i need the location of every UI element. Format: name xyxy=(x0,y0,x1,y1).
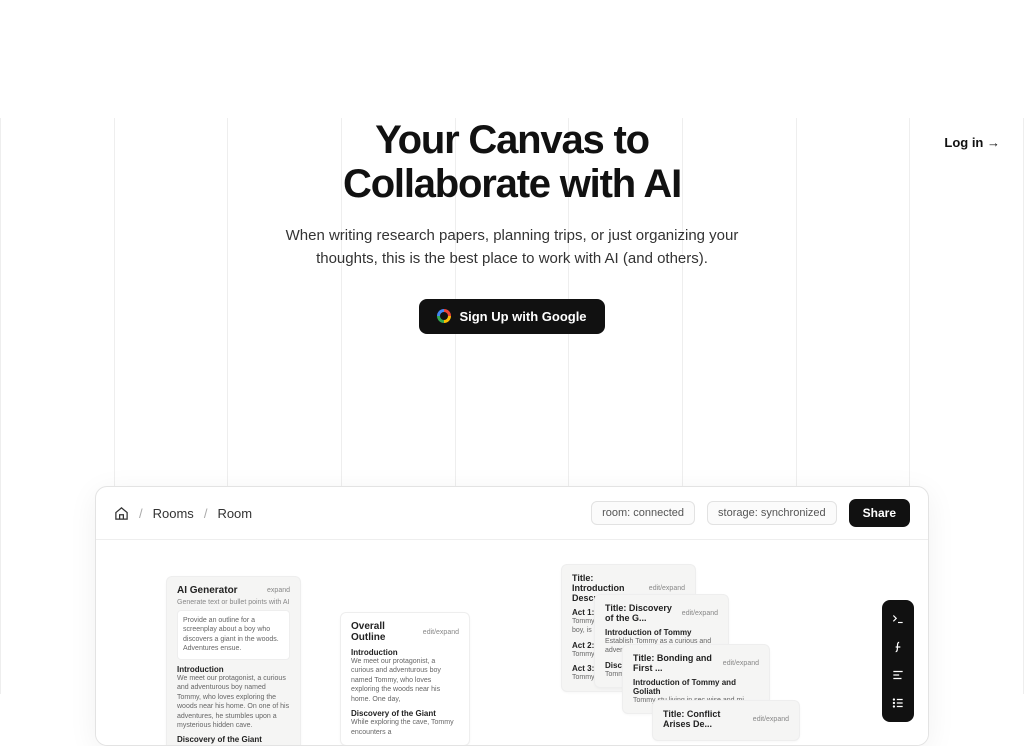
google-icon xyxy=(437,309,451,323)
hero-section: Your Canvas to Collaborate with AI When … xyxy=(0,118,1024,334)
card-heading: Introduction of Tommy and Goliath xyxy=(633,678,759,696)
breadcrumb-room[interactable]: Room xyxy=(217,506,252,521)
home-icon[interactable] xyxy=(114,506,129,521)
list-icon[interactable] xyxy=(882,690,914,716)
card-title: AI Generator xyxy=(177,585,238,596)
card-heading: Discovery of the Giant xyxy=(351,709,459,718)
room-toolbar-right: room: connected storage: synchronized Sh… xyxy=(591,499,910,527)
card-action[interactable]: expand xyxy=(267,587,290,594)
card-title: Title: Bonding and First ... xyxy=(633,653,717,673)
card-prompt: Provide an outline for a screenplay abou… xyxy=(177,610,290,660)
align-left-icon[interactable] xyxy=(882,662,914,688)
card-heading: Discovery of the Giant xyxy=(177,735,290,744)
app-preview-frame: / Rooms / Room room: connected storage: … xyxy=(95,486,929,746)
breadcrumb-sep: / xyxy=(139,506,143,521)
tool-palette xyxy=(882,600,914,722)
card-title: Title: Conflict Arises De... xyxy=(663,709,747,729)
canvas-area[interactable]: AI Generator expand Generate text or bul… xyxy=(96,540,928,746)
card-action[interactable]: edit/expand xyxy=(753,716,789,723)
card-ai-generator[interactable]: AI Generator expand Generate text or bul… xyxy=(166,576,301,746)
card-heading: Introduction xyxy=(177,665,290,674)
card-sub: Generate text or bullet points with AI xyxy=(177,599,290,606)
card-title: Overall Outline xyxy=(351,621,417,643)
card-heading: Introduction of Tommy xyxy=(605,628,718,637)
card-overall-outline[interactable]: Overall Outline edit/expand Introduction… xyxy=(340,612,470,746)
card-action[interactable]: edit/expand xyxy=(649,585,685,592)
signup-label: Sign Up with Google xyxy=(459,309,586,324)
share-button[interactable]: Share xyxy=(849,499,910,527)
card-action[interactable]: edit/expand xyxy=(682,610,718,617)
terminal-icon[interactable] xyxy=(882,606,914,632)
breadcrumb: / Rooms / Room xyxy=(114,506,252,521)
hero-subtitle: When writing research papers, planning t… xyxy=(277,224,747,271)
card-heading: Introduction xyxy=(351,648,459,657)
card-title: Title: Discovery of the G... xyxy=(605,603,676,623)
breadcrumb-sep: / xyxy=(204,506,208,521)
card-body: While exploring the cave, Tommy encounte… xyxy=(351,718,459,737)
hero-title: Your Canvas to Collaborate with AI xyxy=(0,118,1024,206)
card-action[interactable]: edit/expand xyxy=(723,660,759,667)
signup-google-button[interactable]: Sign Up with Google xyxy=(419,299,604,334)
function-icon[interactable] xyxy=(882,634,914,660)
room-status-badge: room: connected xyxy=(591,501,695,525)
room-toolbar: / Rooms / Room room: connected storage: … xyxy=(96,487,928,540)
breadcrumb-rooms[interactable]: Rooms xyxy=(153,506,194,521)
storage-status-badge: storage: synchronized xyxy=(707,501,837,525)
card-body: We meet our protagonist, a curious and a… xyxy=(351,657,459,704)
card-conflict[interactable]: Title: Conflict Arises De... edit/expand xyxy=(652,700,800,741)
card-action[interactable]: edit/expand xyxy=(423,629,459,636)
card-body: We meet our protagonist, a curious and a… xyxy=(177,674,290,731)
